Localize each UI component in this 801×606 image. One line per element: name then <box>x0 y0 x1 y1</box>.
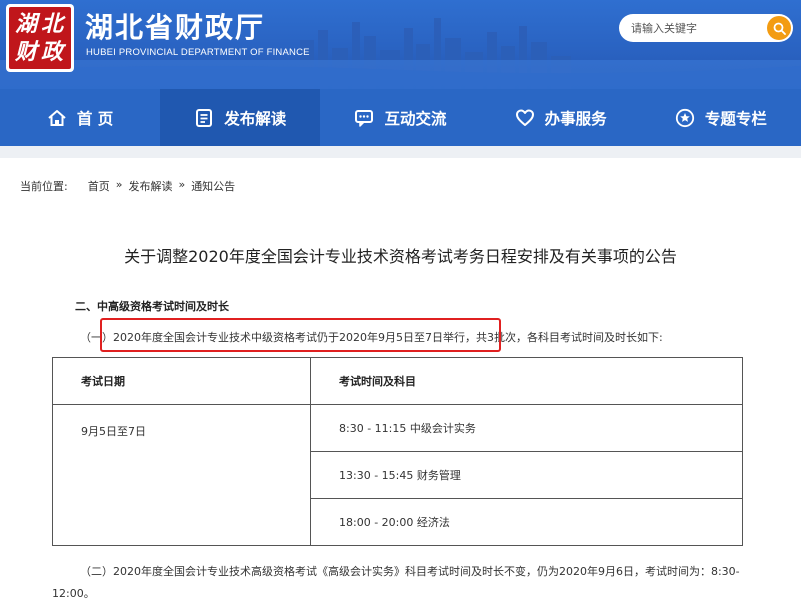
heart-hand-icon <box>515 108 535 128</box>
seal-char: 财 <box>15 41 37 63</box>
site-logo-seal[interactable]: 湖 北 财 政 <box>6 4 74 72</box>
paragraph-suffix: 各科目考试时间及时长如下: <box>527 331 663 344</box>
search-button[interactable] <box>767 16 791 40</box>
exam-schedule-table: 考试日期 考试时间及科目 9月5日至7日 8:30 - 11:15 中级会计实务… <box>52 357 743 546</box>
main-nav: 首 页 发布解读 互动交流 办事服务 专题专栏 <box>0 89 801 146</box>
nav-item-interaction[interactable]: 互动交流 <box>320 89 480 146</box>
breadcrumb: 当前位置: 首页 » 发布解读 » 通知公告 <box>20 178 235 194</box>
breadcrumb-link-notices[interactable]: 通知公告 <box>191 178 235 194</box>
nav-item-topics[interactable]: 专题专栏 <box>641 89 801 146</box>
nav-item-publish[interactable]: 发布解读 <box>160 89 320 146</box>
star-icon <box>675 108 695 128</box>
home-icon <box>47 108 67 128</box>
seal-char: 湖 <box>15 13 37 35</box>
article-paragraph-2: （二）2020年度全国会计专业技术高级资格考试《高级会计实务》科目考试时间及时长… <box>52 561 744 605</box>
article-title: 关于调整2020年度全国会计专业技术资格考试考务日程安排及有关事项的公告 <box>0 243 801 267</box>
chat-icon <box>354 108 374 128</box>
breadcrumb-link-home[interactable]: 首页 <box>88 178 110 194</box>
table-row: 9月5日至7日 8:30 - 11:15 中级会计实务 <box>53 405 743 452</box>
site-subtitle: HUBEI PROVINCIAL DEPARTMENT OF FINANCE <box>86 47 310 58</box>
table-cell-date: 9月5日至7日 <box>53 405 311 546</box>
table-header-subject: 考试时间及科目 <box>311 358 743 405</box>
breadcrumb-prefix: 当前位置: <box>20 178 68 194</box>
breadcrumb-separator: » <box>178 178 185 194</box>
nav-divider <box>0 146 801 158</box>
nav-item-label: 专题专栏 <box>705 107 767 129</box>
nav-item-services[interactable]: 办事服务 <box>481 89 641 146</box>
table-cell-subject: 8:30 - 11:15 中级会计实务 <box>311 405 743 452</box>
seal-char: 政 <box>41 41 63 63</box>
document-icon <box>194 108 214 128</box>
site-header: 湖 北 财 政 湖北省财政厅 HUBEI PROVINCIAL DEPARTME… <box>0 0 801 89</box>
search-box <box>619 14 793 42</box>
nav-item-label: 首 页 <box>77 107 113 129</box>
table-cell-subject: 13:30 - 15:45 财务管理 <box>311 452 743 499</box>
section-heading: 二、中高级资格考试时间及时长 <box>75 298 229 314</box>
table-cell-subject: 18:00 - 20:00 经济法 <box>311 499 743 546</box>
search-icon <box>773 22 786 35</box>
nav-item-label: 发布解读 <box>224 107 286 129</box>
breadcrumb-separator: » <box>116 178 123 194</box>
site-title[interactable]: 湖北省财政厅 <box>85 6 265 46</box>
nav-item-home[interactable]: 首 页 <box>0 89 160 146</box>
nav-item-label: 办事服务 <box>545 107 607 129</box>
nav-item-label: 互动交流 <box>384 107 446 129</box>
search-input[interactable] <box>631 14 761 42</box>
red-highlight-box <box>100 318 501 352</box>
breadcrumb-link-publish[interactable]: 发布解读 <box>128 178 172 194</box>
table-header-row: 考试日期 考试时间及科目 <box>53 358 743 405</box>
table-header-date: 考试日期 <box>53 358 311 405</box>
seal-char: 北 <box>41 13 63 35</box>
